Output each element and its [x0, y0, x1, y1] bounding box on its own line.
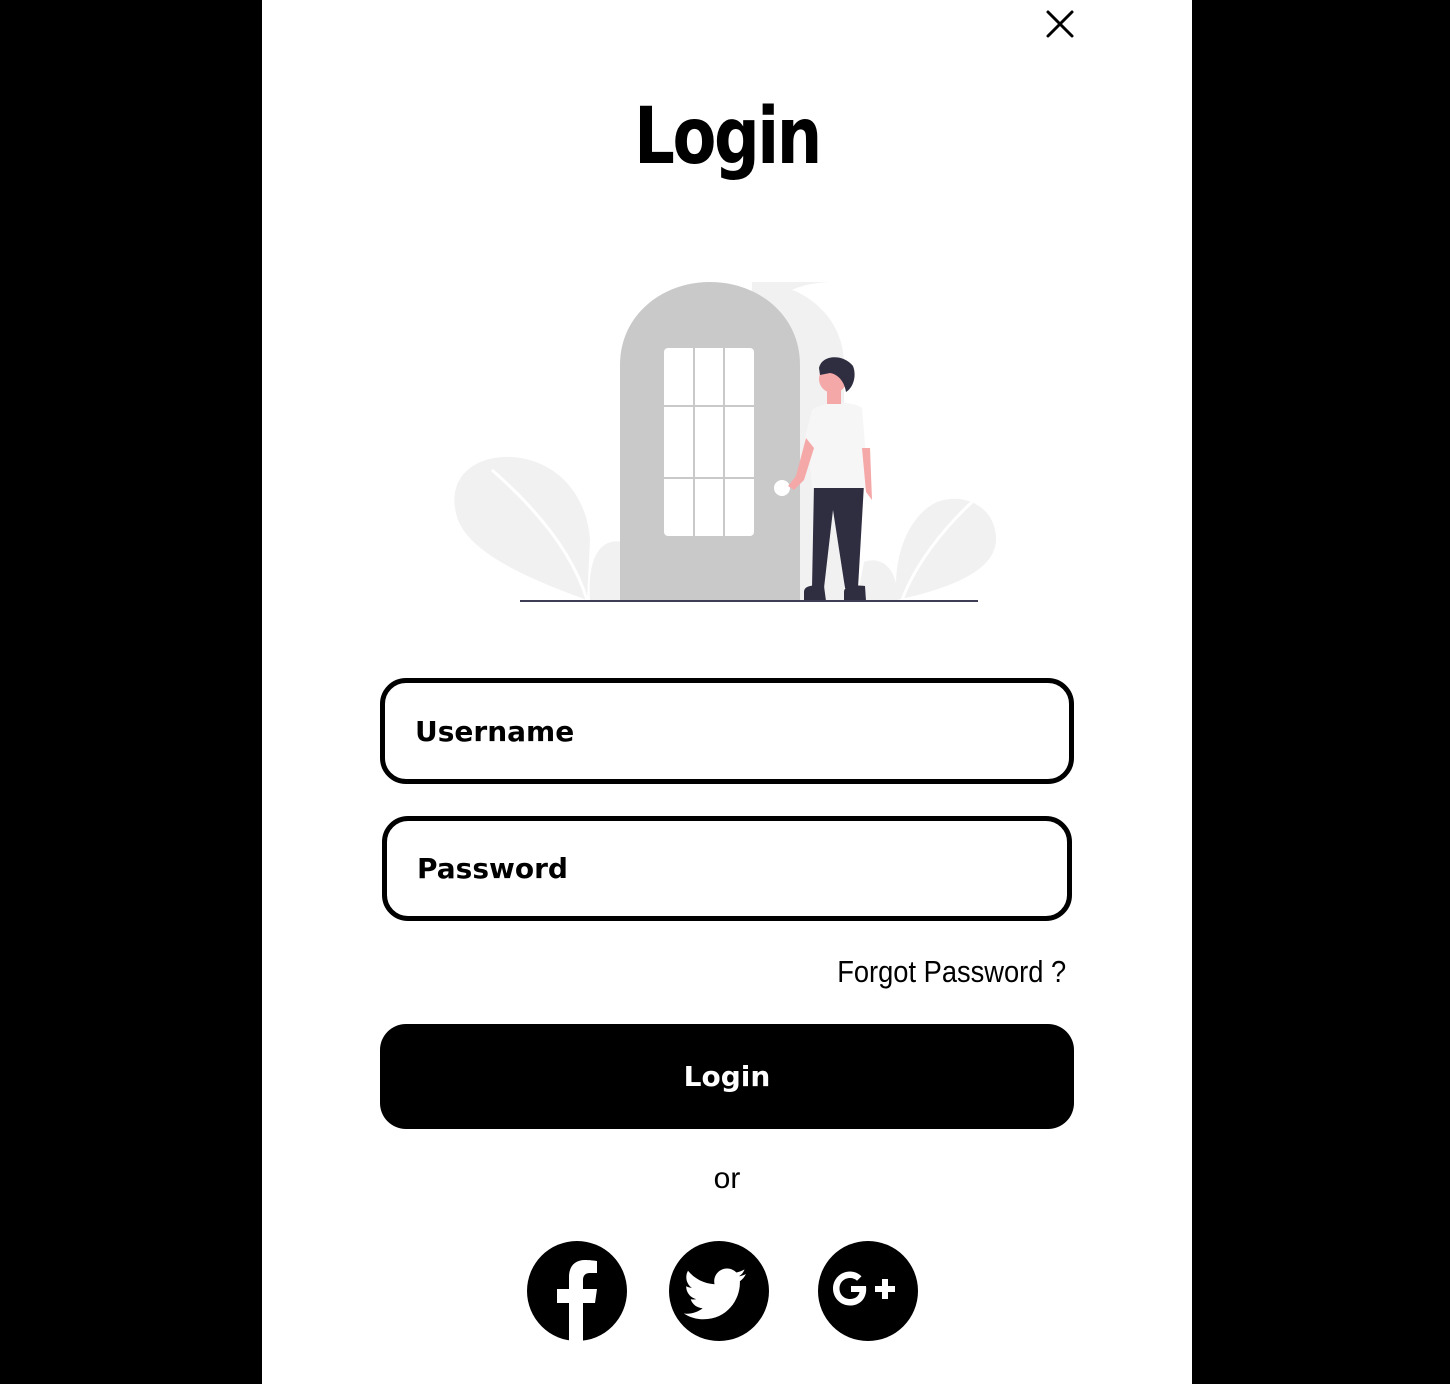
door-illustration	[454, 282, 997, 602]
twitter-login-button[interactable]	[669, 1241, 769, 1341]
password-input[interactable]	[382, 816, 1072, 921]
right-leaf-shape	[896, 498, 997, 600]
close-icon	[1046, 10, 1074, 38]
login-dialog: Login Username Forgot Password ? Login o…	[262, 0, 1192, 1384]
forgot-password-link[interactable]: Forgot Password ?	[837, 954, 1066, 990]
door-knob	[774, 480, 790, 496]
google-plus-login-button[interactable]	[818, 1241, 918, 1341]
door-window	[664, 348, 754, 536]
or-divider-text: or	[713, 1162, 741, 1195]
twitter-icon	[683, 1268, 746, 1320]
login-button[interactable]: Login	[380, 1024, 1074, 1129]
facebook-login-button[interactable]	[527, 1241, 627, 1341]
username-input[interactable]	[380, 678, 1074, 784]
facebook-icon	[557, 1260, 597, 1341]
left-leaf-shape	[454, 456, 590, 600]
page-title: Login	[634, 92, 822, 182]
google-plus-icon	[833, 1271, 895, 1306]
close-button[interactable]	[1040, 4, 1080, 44]
